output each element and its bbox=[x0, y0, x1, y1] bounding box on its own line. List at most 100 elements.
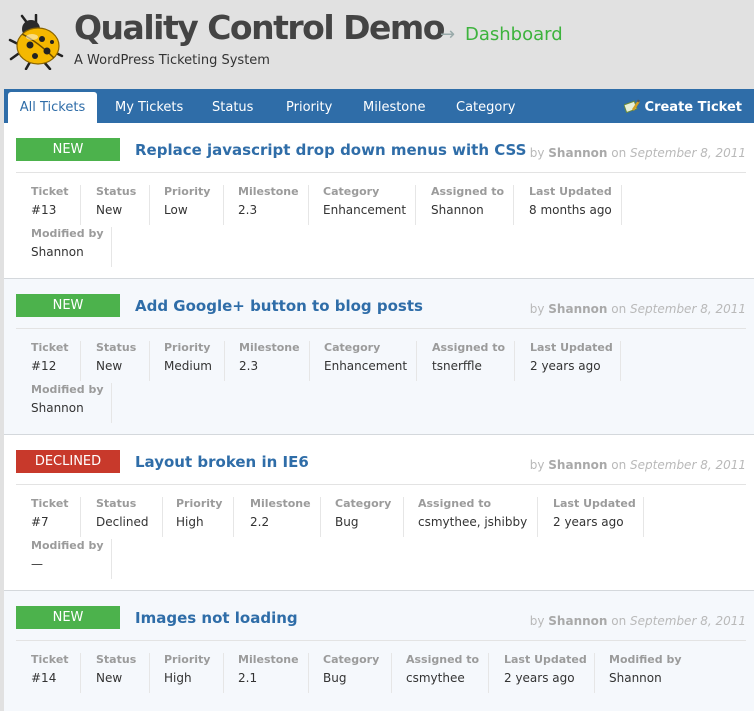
field-value: tsnerffle bbox=[432, 359, 482, 373]
field-label: Assigned to bbox=[432, 341, 506, 354]
byline-on: on bbox=[611, 458, 627, 472]
field-milestone: Milestone 2.3 bbox=[223, 185, 309, 225]
create-ticket-button[interactable]: Create Ticket bbox=[622, 89, 742, 123]
field-label: Assigned to bbox=[418, 497, 492, 510]
field-value: csmythee bbox=[406, 671, 465, 685]
tab-my-tickets[interactable]: My Tickets bbox=[115, 89, 183, 123]
field-label: Assigned to bbox=[406, 653, 480, 666]
divider bbox=[16, 328, 746, 329]
ticket-title-link[interactable]: Images not loading bbox=[135, 609, 298, 627]
field-value: 8 months ago bbox=[529, 203, 612, 217]
field-status: Status New bbox=[81, 185, 150, 225]
ticket-card: NEW Add Google+ button to blog posts by … bbox=[4, 279, 754, 435]
field-priority: Priority High bbox=[149, 653, 224, 693]
field-value: High bbox=[164, 671, 192, 685]
byline-by: by bbox=[529, 458, 545, 472]
ticket-byline: by Shannon on September 8, 2011 bbox=[530, 458, 746, 472]
field-label: Status bbox=[96, 185, 137, 198]
field-value: csmythee, jshibby bbox=[418, 515, 528, 529]
status-badge: NEW bbox=[16, 138, 120, 161]
field-value: Bug bbox=[335, 515, 359, 529]
byline-on: on bbox=[611, 614, 627, 628]
field-modified-by: Modified by — bbox=[16, 539, 112, 579]
field-value: High bbox=[176, 515, 204, 529]
ticket-date: September 8, 2011 bbox=[630, 458, 746, 472]
status-badge: NEW bbox=[16, 294, 120, 317]
field-value: 2 years ago bbox=[530, 359, 601, 373]
site-title[interactable]: Quality Control Demo bbox=[74, 8, 445, 47]
field-label: Milestone bbox=[238, 185, 299, 198]
ticket-author: Shannon bbox=[548, 458, 608, 472]
ticket-author: Shannon bbox=[548, 146, 608, 160]
field-priority: Priority High bbox=[161, 497, 234, 537]
dashboard-link[interactable]: Dashboard bbox=[465, 24, 563, 45]
field-milestone: Milestone 2.3 bbox=[224, 341, 310, 381]
field-label: Status bbox=[96, 341, 137, 354]
field-value: 2 years ago bbox=[504, 671, 575, 685]
tab-priority[interactable]: Priority bbox=[286, 89, 332, 123]
field-last-updated: Last Updated 2 years ago bbox=[515, 341, 621, 381]
field-label: Last Updated bbox=[530, 341, 613, 354]
byline-on: on bbox=[611, 302, 627, 316]
ladybug-icon[interactable] bbox=[8, 14, 64, 70]
ticket-title-link[interactable]: Add Google+ button to blog posts bbox=[135, 297, 423, 315]
field-value: New bbox=[96, 359, 123, 373]
field-value: 2.3 bbox=[239, 359, 259, 373]
field-modified-by: Modified by Shannon bbox=[594, 653, 689, 693]
field-ticket: Ticket #13 bbox=[16, 185, 81, 225]
ticket-list: NEW Replace javascript drop down menus w… bbox=[4, 123, 754, 711]
field-category: Category Enhancement bbox=[308, 185, 416, 225]
ticket-card: NEW Replace javascript drop down menus w… bbox=[4, 123, 754, 279]
field-label: Modified by bbox=[31, 539, 104, 552]
byline-by: by bbox=[529, 614, 545, 628]
field-value: Declined bbox=[96, 515, 149, 529]
field-value: Shannon bbox=[31, 245, 84, 259]
field-value: Enhancement bbox=[323, 203, 407, 217]
status-badge: DECLINED bbox=[16, 450, 120, 473]
divider bbox=[16, 640, 746, 641]
field-value: Enhancement bbox=[324, 359, 408, 373]
ticket-pencil-icon bbox=[622, 99, 640, 114]
tab-milestone[interactable]: Milestone bbox=[363, 89, 426, 123]
field-label: Priority bbox=[164, 341, 211, 354]
field-ticket: Ticket #7 bbox=[16, 497, 81, 537]
field-priority: Priority Medium bbox=[149, 341, 225, 381]
field-modified-by: Modified by Shannon bbox=[16, 383, 112, 423]
ticket-byline: by Shannon on September 8, 2011 bbox=[530, 302, 746, 316]
field-milestone: Milestone 2.1 bbox=[223, 653, 309, 693]
field-ticket: Ticket #14 bbox=[16, 653, 81, 693]
ticket-card: DECLINED Layout broken in IE6 by Shannon… bbox=[4, 435, 754, 591]
field-status: Status New bbox=[81, 653, 150, 693]
field-label: Modified by bbox=[31, 227, 104, 240]
field-priority: Priority Low bbox=[149, 185, 224, 225]
field-assigned-to: Assigned to csmythee bbox=[391, 653, 489, 693]
ticket-title-link[interactable]: Replace javascript drop down menus with … bbox=[135, 141, 526, 159]
field-last-updated: Last Updated 2 years ago bbox=[538, 497, 644, 537]
field-label: Category bbox=[335, 497, 392, 510]
field-label: Category bbox=[323, 185, 380, 198]
field-assigned-to: Assigned to Shannon bbox=[416, 185, 514, 225]
field-category: Category Bug bbox=[320, 497, 404, 537]
field-label: Last Updated bbox=[504, 653, 587, 666]
ticket-date: September 8, 2011 bbox=[630, 614, 746, 628]
ticket-byline: by Shannon on September 8, 2011 bbox=[530, 614, 746, 628]
site-tagline: A WordPress Ticketing System bbox=[74, 53, 270, 68]
tab-all-tickets[interactable]: All Tickets bbox=[8, 92, 97, 123]
field-milestone: Milestone 2.2 bbox=[235, 497, 321, 537]
ticket-title-link[interactable]: Layout broken in IE6 bbox=[135, 453, 309, 471]
field-value: 2.3 bbox=[238, 203, 258, 217]
field-value: #14 bbox=[31, 671, 57, 685]
field-label: Assigned to bbox=[431, 185, 505, 198]
field-label: Milestone bbox=[239, 341, 300, 354]
field-category: Category Bug bbox=[308, 653, 392, 693]
tab-status[interactable]: Status bbox=[212, 89, 253, 123]
field-value: 2.2 bbox=[250, 515, 270, 529]
field-label: Ticket bbox=[31, 653, 69, 666]
field-value: New bbox=[96, 203, 123, 217]
tab-category[interactable]: Category bbox=[456, 89, 515, 123]
site-header: Quality Control Demo → Dashboard A WordP… bbox=[0, 0, 754, 90]
field-assigned-to: Assigned to csmythee, jshibby bbox=[403, 497, 538, 537]
field-value: 2 years ago bbox=[553, 515, 624, 529]
ticket-date: September 8, 2011 bbox=[630, 302, 746, 316]
field-value: #12 bbox=[31, 359, 57, 373]
